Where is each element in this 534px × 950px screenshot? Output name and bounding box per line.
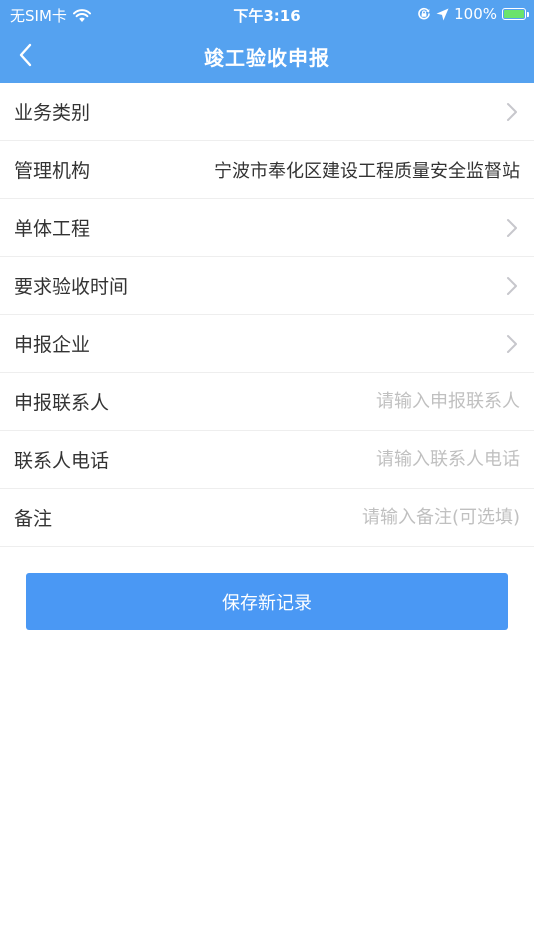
nav-bar: 竣工验收申报 bbox=[0, 28, 534, 83]
contact-phone-row: 联系人电话 bbox=[0, 431, 534, 489]
remarks-input[interactable] bbox=[240, 499, 520, 536]
acceptance-time-row[interactable]: 要求验收时间 bbox=[0, 257, 534, 315]
chevron-right-icon bbox=[507, 335, 517, 353]
remarks-row: 备注 bbox=[0, 489, 534, 547]
unit-project-row[interactable]: 单体工程 bbox=[0, 199, 534, 257]
battery-percent: 100% bbox=[454, 5, 497, 23]
remarks-label: 备注 bbox=[14, 508, 53, 530]
contact-person-label: 申报联系人 bbox=[14, 392, 110, 414]
contact-person-row: 申报联系人 bbox=[0, 373, 534, 431]
location-arrow-icon bbox=[436, 8, 449, 20]
chevron-right-icon bbox=[507, 277, 517, 295]
battery-level bbox=[504, 10, 524, 18]
business-type-label: 业务类别 bbox=[14, 102, 91, 124]
acceptance-time-label: 要求验收时间 bbox=[14, 276, 129, 298]
applicant-company-row[interactable]: 申报企业 bbox=[0, 315, 534, 373]
contact-person-input[interactable] bbox=[240, 383, 520, 420]
orientation-lock-icon bbox=[418, 7, 430, 20]
chevron-right-icon bbox=[507, 219, 517, 237]
management-org-row: 管理机构 宁波市奉化区建设工程质量安全监督站 bbox=[0, 141, 534, 199]
status-right: 100% bbox=[417, 5, 529, 23]
management-org-value: 宁波市奉化区建设工程质量安全监督站 bbox=[214, 160, 520, 182]
applicant-company-label: 申报企业 bbox=[14, 334, 91, 356]
contact-phone-input[interactable] bbox=[240, 441, 520, 478]
contact-phone-label: 联系人电话 bbox=[14, 450, 110, 472]
battery-icon bbox=[502, 8, 529, 20]
chevron-right-icon bbox=[507, 103, 517, 121]
status-bar: 无SIM卡 下午3:16 100% bbox=[0, 0, 534, 28]
header-bar: 无SIM卡 下午3:16 100% 竣工验收申报 bbox=[0, 0, 534, 83]
save-record-button[interactable]: 保存新记录 bbox=[26, 573, 508, 630]
business-type-row[interactable]: 业务类别 bbox=[0, 83, 534, 141]
unit-project-label: 单体工程 bbox=[14, 218, 91, 240]
application-form: 业务类别 管理机构 宁波市奉化区建设工程质量安全监督站 单体工程 要求验收时间 … bbox=[0, 83, 534, 547]
management-org-label: 管理机构 bbox=[14, 160, 91, 182]
page-title: 竣工验收申报 bbox=[204, 46, 330, 70]
